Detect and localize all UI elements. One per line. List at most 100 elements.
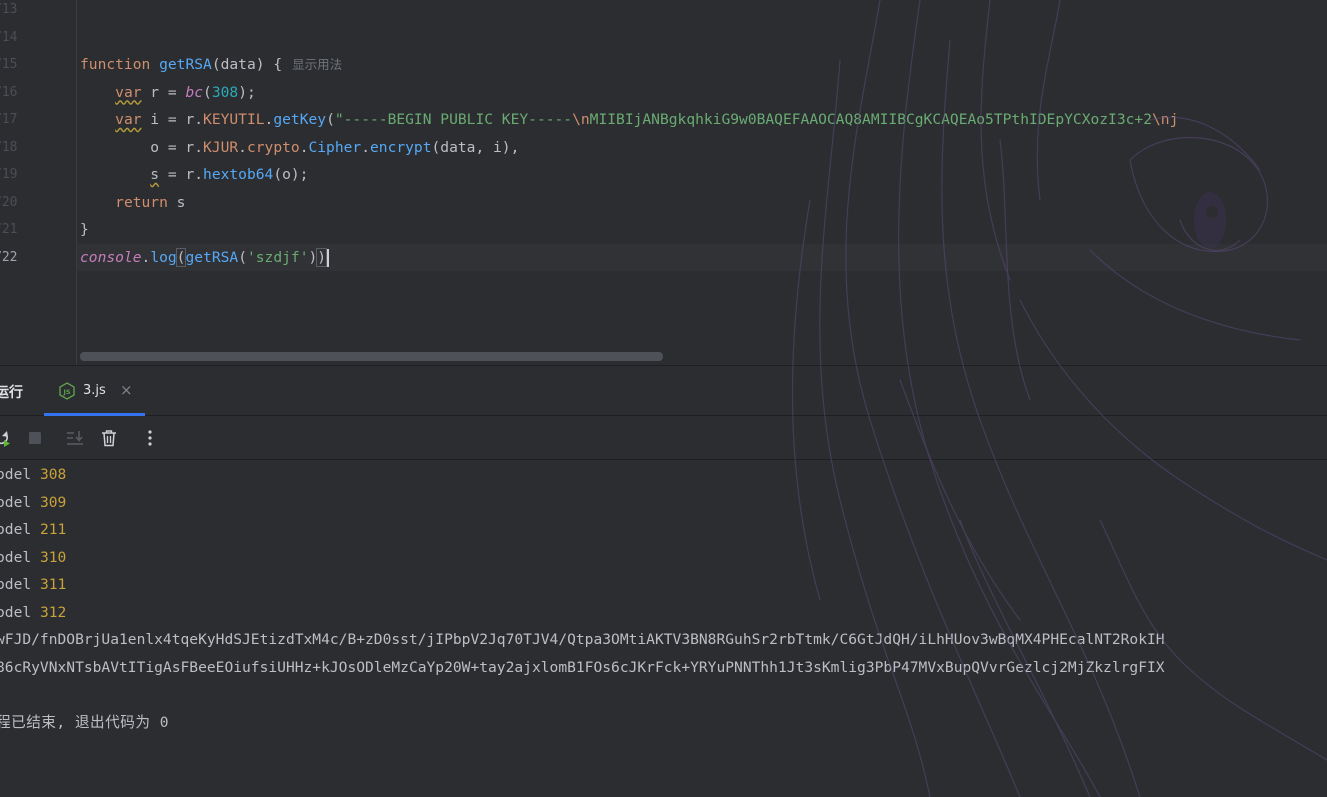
function-call[interactable]: encrypt bbox=[370, 139, 432, 156]
code-editor[interactable]: 713 714 715 716 717 718 719 720 721 722 … bbox=[0, 0, 1327, 365]
console-output-line: 86cRyVNxNTsbAVtITigAsFBeeEOiufsiUHHz+kJO… bbox=[0, 658, 1165, 676]
string-literal: MIIBIjANBgkqhkiG9w0BAQEFAAOCAQ8AMIIBCgKC… bbox=[589, 111, 1152, 128]
code-line[interactable]: var i = r.KEYUTIL.getKey("-----BEGIN PUB… bbox=[80, 106, 1178, 134]
run-toolbar bbox=[0, 417, 1327, 460]
code-text: ( bbox=[203, 83, 212, 101]
console-line: odel 308 bbox=[0, 461, 66, 489]
line-number: 717 bbox=[0, 112, 18, 127]
console-output[interactable]: odel 308 odel 309 odel 211 odel 310 odel… bbox=[0, 461, 1327, 797]
svg-text:JS: JS bbox=[62, 388, 70, 396]
code-text: ); bbox=[238, 83, 256, 101]
code-text: . bbox=[141, 248, 151, 266]
property: KEYUTIL bbox=[203, 111, 265, 128]
line-number-gutter: 713 714 715 716 717 718 719 720 721 722 bbox=[0, 0, 77, 365]
console-line: odel 211 bbox=[0, 516, 66, 544]
console-number: 311 bbox=[39, 576, 67, 593]
console-number: 309 bbox=[39, 493, 67, 511]
line-number: 714 bbox=[0, 29, 18, 45]
function-call[interactable]: bc bbox=[185, 84, 203, 101]
code-text: ( bbox=[326, 111, 335, 128]
horizontal-scrollbar[interactable] bbox=[80, 352, 663, 361]
show-usages-hint[interactable]: 显示用法 bbox=[292, 57, 342, 72]
function-name[interactable]: getRSA bbox=[159, 56, 212, 73]
string-literal: "-----BEGIN PUBLIC KEY----- bbox=[334, 111, 573, 128]
code-line-current[interactable]: console.log(getRSA('szdjf')) bbox=[77, 243, 1327, 271]
line-number: 719 bbox=[0, 167, 18, 182]
process-exit-message: 程已结束, 退出代码为 0 bbox=[0, 713, 169, 731]
global-object: console bbox=[80, 248, 142, 266]
console-text: odel bbox=[0, 548, 40, 566]
property: KJUR bbox=[203, 138, 239, 156]
code-line[interactable]: s = r.hextob64(o); bbox=[80, 161, 308, 189]
keyword: function bbox=[80, 56, 151, 73]
code-text: ) bbox=[316, 247, 328, 267]
code-text: s bbox=[167, 193, 186, 211]
property: Cipher bbox=[308, 138, 362, 156]
trash-icon[interactable] bbox=[99, 428, 119, 448]
console-line: odel 309 bbox=[0, 489, 66, 517]
line-number: 718 bbox=[0, 139, 18, 155]
rerun-icon[interactable] bbox=[0, 428, 12, 448]
console-number: 211 bbox=[39, 521, 67, 538]
tab-3js[interactable]: JS 3.js × bbox=[44, 366, 145, 416]
run-tool-window-header: 运行 JS 3.js × bbox=[0, 365, 1327, 416]
line-number: 716 bbox=[0, 84, 18, 100]
more-icon[interactable] bbox=[140, 428, 160, 448]
console-text: odel bbox=[0, 466, 40, 483]
keyword: var bbox=[115, 111, 142, 128]
code-line[interactable]: function getRSA(data) { 显示用法 bbox=[80, 51, 342, 79]
close-icon[interactable]: × bbox=[120, 381, 133, 399]
console-number: 308 bbox=[39, 466, 67, 483]
keyword: var bbox=[115, 83, 142, 101]
console-line: odel 311 bbox=[0, 571, 66, 599]
escape-sequence: \n bbox=[572, 111, 590, 128]
code-text: r = bbox=[141, 83, 186, 101]
number-literal: 308 bbox=[211, 83, 239, 101]
text-caret bbox=[327, 248, 330, 267]
function-call[interactable]: getKey bbox=[273, 111, 326, 128]
property: crypto bbox=[246, 138, 300, 156]
console-line: odel 310 bbox=[0, 544, 66, 572]
console-line: odel 312 bbox=[0, 599, 66, 627]
console-text: odel bbox=[0, 493, 40, 511]
escape-sequence: \nj bbox=[1152, 111, 1179, 128]
code-text: . bbox=[238, 138, 247, 156]
console-text: odel bbox=[0, 521, 40, 538]
code-line[interactable]: } bbox=[80, 216, 89, 244]
function-call[interactable]: getRSA bbox=[185, 249, 238, 266]
scroll-to-end-icon[interactable] bbox=[65, 428, 85, 448]
code-text: ( bbox=[238, 248, 247, 266]
console-output-line: wFJD/fnDOBrjUa1enlx4tqeKyHdSJEtizdTxM4c/… bbox=[0, 631, 1165, 648]
code-text: (data, i), bbox=[431, 138, 520, 156]
keyword: return bbox=[115, 193, 168, 211]
console-number: 312 bbox=[39, 603, 67, 621]
code-line[interactable]: var r = bc(308); bbox=[80, 79, 256, 107]
function-call[interactable]: hextob64 bbox=[203, 166, 273, 183]
line-number: 720 bbox=[0, 194, 18, 210]
code-text: i = r. bbox=[141, 111, 204, 128]
code-area[interactable]: function getRSA(data) {显示用法 var r = bc(3… bbox=[77, 0, 1327, 365]
function-call[interactable]: log bbox=[150, 249, 176, 266]
line-number-current: 722 bbox=[0, 249, 18, 265]
line-number: 713 bbox=[0, 2, 18, 17]
stop-icon[interactable] bbox=[25, 428, 45, 448]
code-text: ) bbox=[308, 248, 318, 266]
code-text: } bbox=[80, 221, 89, 238]
code-line[interactable]: o = r.KJUR.crypto.Cipher.encrypt(data, i… bbox=[80, 134, 519, 162]
console-text: odel bbox=[0, 603, 40, 621]
code-line[interactable]: return s bbox=[80, 189, 185, 217]
code-text: (o); bbox=[273, 166, 309, 183]
variable: s bbox=[150, 166, 160, 183]
console-number: 310 bbox=[39, 548, 67, 566]
line-number: 721 bbox=[0, 222, 18, 237]
tab-active-indicator bbox=[44, 413, 145, 416]
code-text: = r. bbox=[159, 166, 204, 183]
console-text: odel bbox=[0, 576, 40, 593]
string-literal: 'szdjf' bbox=[246, 248, 309, 266]
code-text: (data) { bbox=[211, 56, 283, 73]
nodejs-icon: JS bbox=[58, 382, 76, 400]
code-text: . bbox=[361, 138, 370, 156]
run-panel-title: 运行 bbox=[0, 385, 23, 401]
code-text: o = r. bbox=[80, 138, 204, 156]
